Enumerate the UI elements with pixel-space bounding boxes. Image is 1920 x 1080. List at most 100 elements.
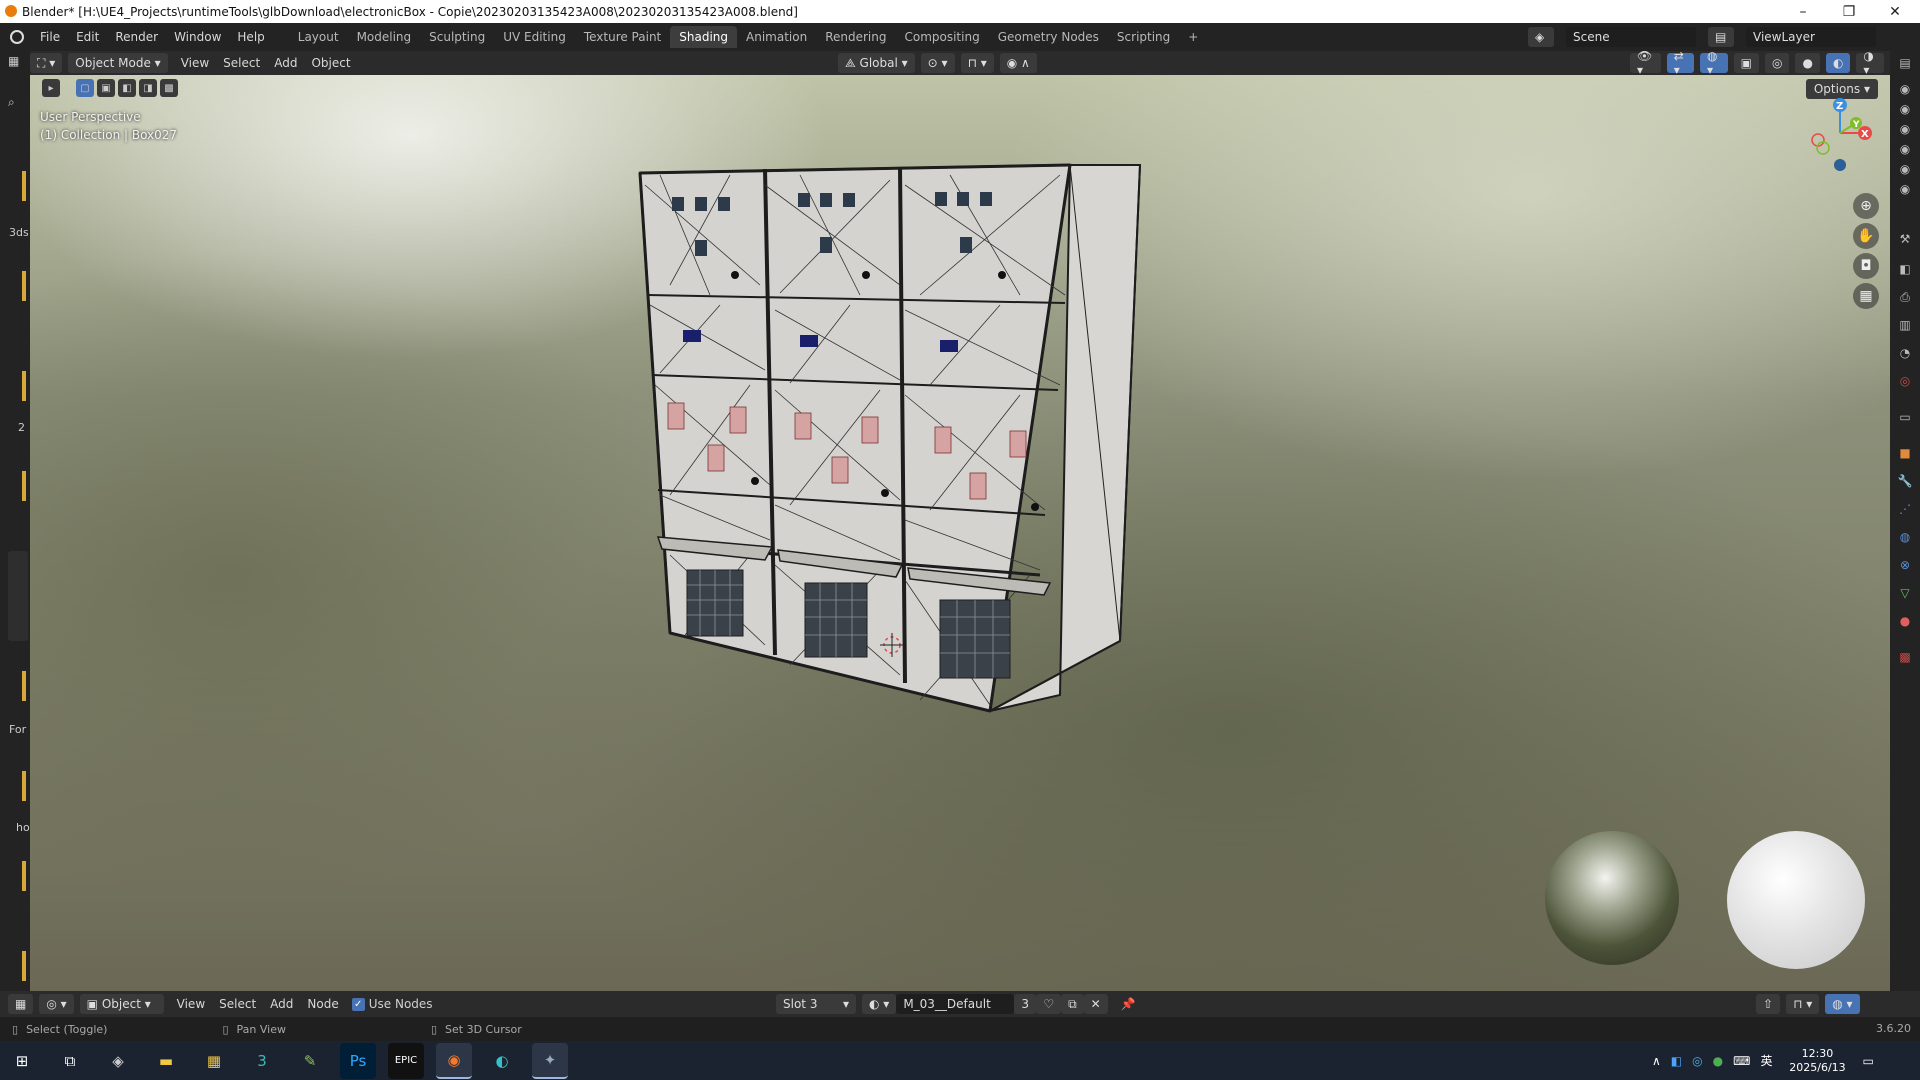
app-icon-1[interactable]: ◈ — [100, 1043, 136, 1079]
ortho-grid-icon[interactable]: ▦ — [1853, 283, 1879, 309]
navigation-gizmo[interactable]: Z X Y — [1800, 93, 1880, 173]
close-button[interactable]: ✕ — [1872, 0, 1918, 23]
select-invert-icon[interactable]: ◨ — [139, 79, 157, 97]
parent-node-icon[interactable]: ⇧ — [1756, 994, 1781, 1014]
3d-viewport[interactable]: ▸ ▢ ▣ ◧ ◨ ▩ Options ▾ User Perspective (… — [30, 75, 1890, 991]
render-properties-icon[interactable]: ◧ — [1897, 261, 1913, 277]
camera-visibility-icon[interactable]: ◉ — [1897, 161, 1913, 177]
overlay-toggle-icon[interactable]: ◍ ▾ — [1700, 49, 1728, 77]
shader-type-icon[interactable]: ◎ ▾ — [39, 994, 74, 1014]
epic-games-icon[interactable]: EPIC — [388, 1042, 424, 1079]
mode-dropdown[interactable]: Object Mode ▾ — [68, 53, 168, 73]
zoom-icon[interactable]: ⊕ — [1853, 193, 1879, 219]
tab-animation[interactable]: Animation — [737, 26, 816, 48]
outliner-icon[interactable]: ▤ — [1897, 55, 1913, 71]
tool-properties-icon[interactable]: ⚒ — [1897, 231, 1913, 247]
material-properties-icon[interactable]: ● — [1897, 613, 1913, 629]
shader-object-dropdown[interactable]: ▣ Object ▾ — [79, 994, 164, 1014]
tray-app-icon[interactable]: ◧ — [1671, 1054, 1682, 1068]
scene-properties-icon[interactable]: ◔ — [1897, 345, 1913, 361]
snap-icon[interactable]: ⊓ ▾ — [960, 53, 994, 73]
duplicate-material-icon[interactable]: ⧉ — [1061, 994, 1084, 1014]
select-tool-icon[interactable]: ▸ — [42, 79, 60, 97]
fake-user-icon[interactable]: ♡ — [1036, 994, 1062, 1014]
editor-type-icon[interactable]: ▦ — [8, 54, 19, 68]
region-handle[interactable] — [8, 551, 28, 641]
viewport-menu-select[interactable]: Select — [216, 56, 267, 70]
photoshop-icon[interactable]: Ps — [340, 1042, 376, 1079]
wechat-icon[interactable]: ● — [1713, 1054, 1723, 1068]
minimize-button[interactable]: – — [1780, 0, 1826, 23]
node-overlay-icon[interactable]: ◍ ▾ — [1825, 994, 1860, 1014]
ime-indicator[interactable]: 英 — [1760, 1052, 1772, 1069]
keyboard-icon[interactable]: ⌨ — [1733, 1054, 1750, 1068]
hdri-preview-sphere[interactable] — [1545, 831, 1679, 965]
gizmo-neg-z[interactable] — [1834, 159, 1846, 171]
gizmo-toggle-icon[interactable]: ⇄ ▾ — [1666, 49, 1695, 77]
collection-properties-icon[interactable]: ▭ — [1897, 409, 1913, 425]
proportional-edit-icon[interactable]: ◉ ∧ — [999, 53, 1037, 73]
particles-icon[interactable]: ⋰ — [1897, 501, 1913, 517]
blender-taskbar-icon[interactable]: ◉ — [436, 1042, 472, 1079]
camera-visibility-icon[interactable]: ◉ — [1897, 81, 1913, 97]
material-users-count[interactable]: 3 — [1014, 994, 1037, 1014]
data-properties-icon[interactable]: ▽ — [1897, 585, 1913, 601]
world-properties-icon[interactable]: ◎ — [1897, 373, 1913, 389]
pin-icon[interactable]: 📌 — [1114, 997, 1143, 1011]
maximize-button[interactable]: ❐ — [1826, 0, 1872, 23]
tab-shading[interactable]: Shading — [670, 26, 737, 48]
electronic-box-model[interactable] — [600, 145, 1170, 715]
file-explorer-icon[interactable]: ▬ — [148, 1043, 184, 1079]
constraints-icon[interactable]: ⊗ — [1897, 557, 1913, 573]
tab-compositing[interactable]: Compositing — [895, 26, 988, 48]
tab-sculpting[interactable]: Sculpting — [420, 26, 494, 48]
menu-file[interactable]: File — [32, 30, 68, 44]
material-preview-icon[interactable]: ◐ — [1825, 53, 1851, 73]
3ds-max-icon[interactable]: 3 — [244, 1043, 280, 1079]
camera-visibility-icon[interactable]: ◉ — [1897, 101, 1913, 117]
tray-app-icon[interactable]: ◎ — [1692, 1054, 1702, 1068]
add-workspace-button[interactable]: + — [1179, 26, 1207, 48]
node-menu-add[interactable]: Add — [263, 997, 300, 1011]
node-menu-view[interactable]: View — [170, 997, 212, 1011]
diffuse-preview-sphere[interactable] — [1727, 831, 1865, 969]
object-properties-icon[interactable]: ■ — [1897, 445, 1913, 461]
unlink-material-icon[interactable]: ✕ — [1083, 994, 1108, 1014]
clock[interactable]: 12:30 2025/6/13 — [1782, 1047, 1852, 1075]
search-icon[interactable]: ⌕ — [8, 95, 15, 110]
visibility-icon[interactable]: 👁 ▾ — [1630, 49, 1661, 77]
viewlayer-browse-icon[interactable]: ▤ — [1708, 27, 1734, 47]
notes-app-icon[interactable]: ▦ — [196, 1043, 232, 1079]
pan-hand-icon[interactable]: ✋ — [1853, 223, 1879, 249]
scene-name-field[interactable]: Scene — [1566, 27, 1696, 47]
physics-icon[interactable]: ◍ — [1897, 529, 1913, 545]
tray-chevron-icon[interactable]: ∧ — [1652, 1054, 1661, 1068]
select-intersect-icon[interactable]: ▩ — [160, 79, 178, 97]
select-subtract-icon[interactable]: ◧ — [118, 79, 136, 97]
menu-edit[interactable]: Edit — [68, 30, 107, 44]
editor-type-button[interactable]: ⛶ ▾ — [30, 53, 63, 73]
tab-rendering[interactable]: Rendering — [816, 26, 895, 48]
transform-orientation-dropdown[interactable]: ⟁ Global ▾ — [838, 53, 915, 73]
windows-start-icon[interactable]: ⊞ — [4, 1043, 40, 1079]
node-editor-type-icon[interactable]: ▦ — [8, 994, 34, 1014]
modifier-properties-icon[interactable]: 🔧 — [1897, 473, 1913, 489]
viewport-menu-view[interactable]: View — [174, 56, 216, 70]
scene-browse-icon[interactable]: ◈ — [1528, 27, 1554, 47]
tab-uv-editing[interactable]: UV Editing — [494, 26, 575, 48]
tab-geometry-nodes[interactable]: Geometry Nodes — [989, 26, 1108, 48]
camera-visibility-icon[interactable]: ◉ — [1897, 181, 1913, 197]
viewport-menu-object[interactable]: Object — [304, 56, 357, 70]
camera-view-icon[interactable]: ◘ — [1853, 253, 1879, 279]
node-menu-select[interactable]: Select — [212, 997, 263, 1011]
select-new-icon[interactable]: ▢ — [76, 79, 94, 97]
app-icon-2[interactable]: ✦ — [532, 1042, 568, 1079]
select-extend-icon[interactable]: ▣ — [97, 79, 115, 97]
use-nodes-checkbox[interactable]: ✓ Use Nodes — [351, 997, 433, 1011]
view-layer-icon[interactable]: ▥ — [1897, 317, 1913, 333]
texture-properties-icon[interactable]: ▩ — [1897, 649, 1913, 665]
menu-help[interactable]: Help — [229, 30, 272, 44]
output-properties-icon[interactable]: ⎙ — [1897, 289, 1913, 305]
viewport-menu-add[interactable]: Add — [267, 56, 304, 70]
tab-scripting[interactable]: Scripting — [1108, 26, 1179, 48]
